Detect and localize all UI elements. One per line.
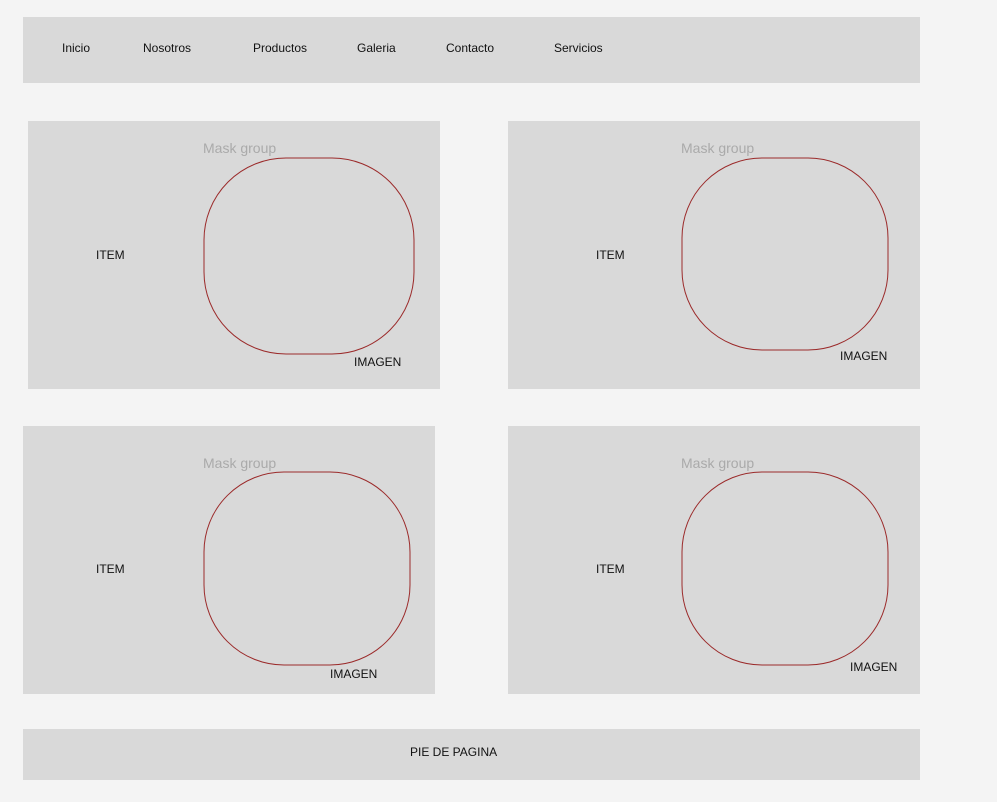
page: Inicio Nosotros Productos Galeria Contac… <box>0 0 997 802</box>
image-placeholder-shape <box>203 157 415 355</box>
image-placeholder-shape <box>681 157 889 351</box>
nav-item-servicios[interactable]: Servicios <box>554 41 603 55</box>
image-placeholder-shape <box>681 471 889 666</box>
card-item-label: ITEM <box>596 562 625 576</box>
nav-item-inicio[interactable]: Inicio <box>62 41 90 55</box>
image-label: IMAGEN <box>354 355 402 369</box>
mask-group-label: Mask group <box>203 140 277 156</box>
card-item-label: ITEM <box>96 248 125 262</box>
image-placeholder-shape <box>203 471 411 666</box>
image-label: IMAGEN <box>850 660 898 674</box>
image-label: IMAGEN <box>330 667 378 681</box>
nav-item-contacto[interactable]: Contacto <box>446 41 494 55</box>
product-card[interactable]: ITEM Mask group IMAGEN <box>28 121 440 389</box>
card-item-label: ITEM <box>596 248 625 262</box>
footer-label: PIE DE PAGINA <box>410 745 498 759</box>
mask-group-label: Mask group <box>681 455 755 471</box>
footer: PIE DE PAGINA <box>23 729 920 780</box>
product-card[interactable]: ITEM Mask group IMAGEN <box>23 426 435 694</box>
mask-group-label: Mask group <box>681 140 755 156</box>
mask-group-label: Mask group <box>203 455 277 471</box>
nav-item-productos[interactable]: Productos <box>253 41 307 55</box>
product-card[interactable]: ITEM Mask group IMAGEN <box>508 121 920 389</box>
nav-item-nosotros[interactable]: Nosotros <box>143 41 191 55</box>
navigation-bar: Inicio Nosotros Productos Galeria Contac… <box>23 17 920 83</box>
image-label: IMAGEN <box>840 349 888 363</box>
nav-item-galeria[interactable]: Galeria <box>357 41 396 55</box>
product-card[interactable]: ITEM Mask group IMAGEN <box>508 426 920 694</box>
card-item-label: ITEM <box>96 562 125 576</box>
